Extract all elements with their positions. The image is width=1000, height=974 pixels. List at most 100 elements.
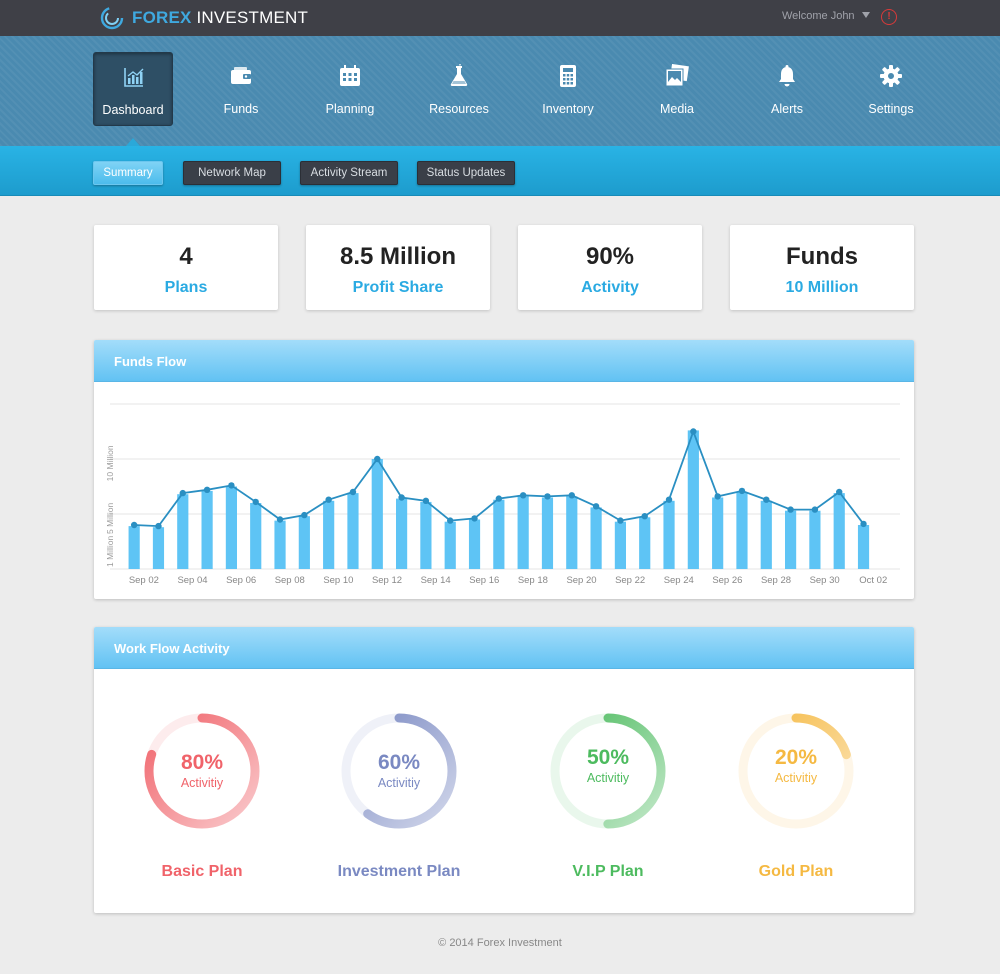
sub-nav: Summary Network Map Activity Stream Stat… — [0, 146, 1000, 196]
line-point — [422, 497, 430, 504]
line-point — [228, 482, 235, 489]
line-point — [301, 511, 308, 519]
bar — [444, 521, 456, 569]
line-point — [665, 496, 673, 503]
main-nav: Dashboard Funds Planning Resources Inven… — [0, 36, 1000, 146]
bar — [639, 517, 651, 569]
line-point — [179, 489, 186, 497]
y-tick-label: 10 Million — [105, 445, 115, 481]
calculator-icon — [560, 65, 576, 87]
nav-resources[interactable]: Resources — [419, 52, 499, 126]
plan-name[interactable]: Investment Plan — [289, 863, 509, 881]
nav-inventory[interactable]: Inventory — [528, 52, 608, 126]
nav-funds[interactable]: Funds — [201, 52, 281, 126]
bar — [371, 459, 383, 569]
line-point — [811, 506, 819, 513]
stat-value: Funds — [786, 243, 858, 270]
stat-card-funds: Funds 10 Million — [730, 225, 914, 310]
tab-network-map[interactable]: Network Map — [183, 161, 281, 185]
gauge-percent: 50% — [586, 746, 630, 769]
line-point — [398, 494, 405, 501]
nav-label: Dashboard — [102, 103, 164, 117]
gauge-caption: Activitiy — [180, 776, 224, 790]
bar — [712, 497, 724, 569]
stat-label: Plans — [164, 279, 208, 296]
funds-flow-chart: 1 Million 5 Million 10 Million Sep 02 Sep 04… — [105, 403, 900, 586]
line-point — [836, 488, 843, 496]
user-menu-caret-icon[interactable] — [862, 12, 870, 18]
line-point — [617, 517, 624, 524]
line-point — [374, 455, 381, 463]
tab-activity-stream[interactable]: Activity Stream — [300, 161, 398, 185]
tab-status-updates[interactable]: Status Updates — [417, 161, 515, 185]
x-tick-label: Sep 02 — [129, 575, 159, 586]
panel-title: Work Flow Activity — [114, 641, 230, 656]
panel-header: Funds Flow — [94, 340, 914, 382]
active-nav-pointer — [126, 138, 140, 146]
bar — [201, 490, 213, 569]
nav-settings[interactable]: Settings — [851, 52, 931, 126]
bar — [760, 500, 772, 569]
stat-value: 4 — [179, 243, 193, 270]
photos-icon — [665, 64, 689, 87]
logo-swirl-icon — [100, 6, 124, 30]
x-tick-label: Sep 12 — [372, 575, 402, 586]
line-point — [738, 487, 746, 495]
bar — [468, 519, 481, 569]
line-point — [276, 516, 284, 523]
y-tick-label: 5 Million — [105, 503, 115, 534]
bar — [250, 503, 262, 569]
x-tick-label: Oct 02 — [859, 575, 887, 586]
line-point — [568, 492, 575, 499]
nav-dashboard[interactable]: Dashboard — [93, 52, 173, 126]
panel-header: Work Flow Activity — [94, 627, 914, 669]
stat-label: Activity — [581, 279, 639, 296]
x-tick-label: Sep 04 — [177, 575, 207, 586]
x-tick-label: Sep 14 — [421, 575, 451, 586]
stat-card-plans: 4 Plans — [94, 225, 278, 310]
alert-badge[interactable]: ! — [881, 9, 897, 25]
plan-name[interactable]: Basic Plan — [94, 863, 312, 881]
bar — [566, 496, 578, 569]
line-point — [130, 521, 138, 529]
line-point — [544, 493, 551, 500]
logo[interactable]: FOREX INVESTMENT — [100, 6, 308, 30]
plan-name[interactable]: V.I.P Plan — [498, 863, 718, 881]
bar — [736, 492, 748, 569]
logo-text: FOREX INVESTMENT — [132, 8, 308, 28]
calendar-icon — [340, 65, 360, 86]
bar — [420, 501, 432, 569]
bar — [128, 526, 140, 569]
nav-planning[interactable]: Planning — [310, 52, 390, 126]
line-point — [641, 513, 648, 520]
nav-alerts[interactable]: Alerts — [747, 52, 827, 126]
line-point — [763, 496, 770, 503]
panel-title: Funds Flow — [114, 354, 187, 369]
line-point — [349, 488, 357, 496]
line-point — [592, 503, 600, 510]
plan-name[interactable]: Gold Plan — [686, 863, 906, 881]
line-point — [519, 492, 527, 499]
stat-label: 10 Million — [785, 279, 859, 296]
line-point — [690, 428, 697, 435]
gauge-percent: 80% — [180, 751, 224, 774]
nav-label: Resources — [429, 102, 489, 116]
nav-label: Inventory — [542, 102, 594, 116]
stat-label: Profit Share — [352, 279, 444, 296]
nav-label: Alerts — [771, 102, 803, 116]
tab-summary[interactable]: Summary — [93, 161, 163, 185]
activity-gauge: 20% Activitiy — [734, 709, 858, 833]
line-point — [203, 486, 211, 493]
x-tick-label: Sep 20 — [566, 575, 596, 586]
bar — [323, 500, 335, 569]
bar — [152, 527, 165, 569]
logo-brand: FOREX — [132, 8, 192, 27]
funds-flow-panel: Funds Flow 1 Million 5 Million 10 Million S… — [94, 340, 914, 599]
bar — [614, 521, 626, 569]
bar — [687, 430, 699, 569]
x-tick-label: Sep 30 — [810, 575, 840, 586]
welcome-user[interactable]: Welcome John — [782, 10, 855, 22]
nav-media[interactable]: Media — [637, 52, 717, 126]
stat-card-activity: 90% Activity — [518, 225, 702, 310]
work-flow-panel: Work Flow Activity 80% Activitiy Basic Pla… — [94, 627, 914, 913]
